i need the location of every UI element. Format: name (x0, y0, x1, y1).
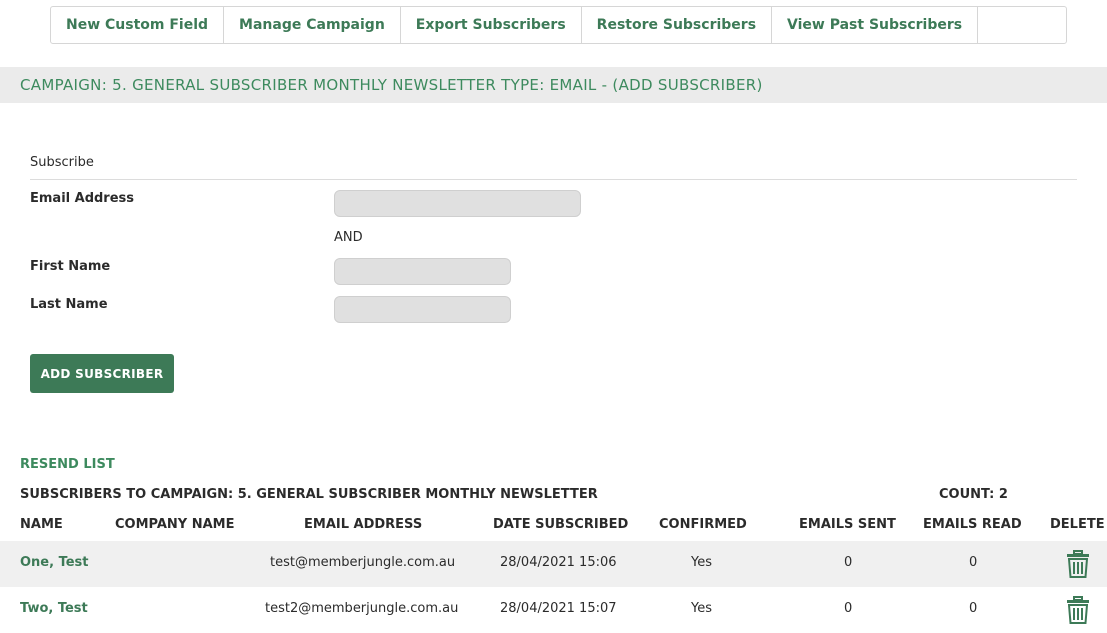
last-name-field[interactable] (334, 296, 511, 323)
column-header-delete: DELETE (1050, 517, 1105, 532)
tab-export-subscribers[interactable]: Export Subscribers (401, 7, 582, 43)
emails-read-cell: 0 (969, 601, 978, 616)
column-header-name[interactable]: NAME (20, 517, 63, 532)
resend-list-link[interactable]: RESEND LIST (20, 457, 115, 472)
date-cell: 28/04/2021 15:06 (500, 555, 617, 570)
trash-icon[interactable] (1066, 596, 1090, 624)
email-field[interactable] (334, 190, 581, 217)
trash-icon[interactable] (1066, 550, 1090, 578)
subscriber-name-link[interactable]: Two, Test (20, 601, 88, 616)
table-row: Two, Test test2@memberjungle.com.au 28/0… (0, 587, 1107, 633)
form-divider (30, 179, 1077, 180)
tab-view-past-subscribers[interactable]: View Past Subscribers (772, 7, 979, 43)
column-header-email[interactable]: EMAIL ADDRESS (304, 517, 422, 532)
emails-sent-cell: 0 (844, 555, 853, 570)
and-label: AND (334, 230, 363, 245)
email-cell: test2@memberjungle.com.au (265, 601, 459, 616)
table-row: One, Test test@memberjungle.com.au 28/04… (0, 541, 1107, 587)
column-header-confirmed[interactable]: CONFIRMED (659, 517, 747, 532)
date-cell: 28/04/2021 15:07 (500, 601, 617, 616)
email-label: Email Address (30, 191, 135, 206)
column-header-emails-read[interactable]: EMAILS READ (923, 517, 1022, 532)
campaign-toolbar: New Custom Field Manage Campaign Export … (50, 6, 1067, 44)
last-name-label: Last Name (30, 297, 108, 312)
column-header-date[interactable]: DATE SUBSCRIBED (493, 517, 628, 532)
column-header-emails-sent[interactable]: EMAILS SENT (799, 517, 896, 532)
tab-empty (978, 7, 1066, 43)
tab-manage-campaign[interactable]: Manage Campaign (224, 7, 401, 43)
column-header-company[interactable]: COMPANY NAME (115, 517, 235, 532)
subscriber-list-title: SUBSCRIBERS TO CAMPAIGN: 5. GENERAL SUBS… (20, 487, 598, 502)
emails-read-cell: 0 (969, 555, 978, 570)
tab-new-custom-field[interactable]: New Custom Field (51, 7, 225, 43)
confirmed-cell: Yes (691, 601, 712, 616)
subscriber-count: COUNT: 2 (939, 487, 1008, 502)
first-name-label: First Name (30, 259, 111, 274)
confirmed-cell: Yes (691, 555, 712, 570)
subscribe-heading: Subscribe (30, 155, 94, 170)
emails-sent-cell: 0 (844, 601, 853, 616)
campaign-title: CAMPAIGN: 5. GENERAL SUBSCRIBER MONTHLY … (0, 67, 1107, 103)
email-cell: test@memberjungle.com.au (270, 555, 456, 570)
tab-restore-subscribers[interactable]: Restore Subscribers (582, 7, 773, 43)
first-name-field[interactable] (334, 258, 511, 285)
subscriber-name-link[interactable]: One, Test (20, 555, 89, 570)
add-subscriber-button[interactable]: ADD SUBSCRIBER (30, 354, 174, 393)
